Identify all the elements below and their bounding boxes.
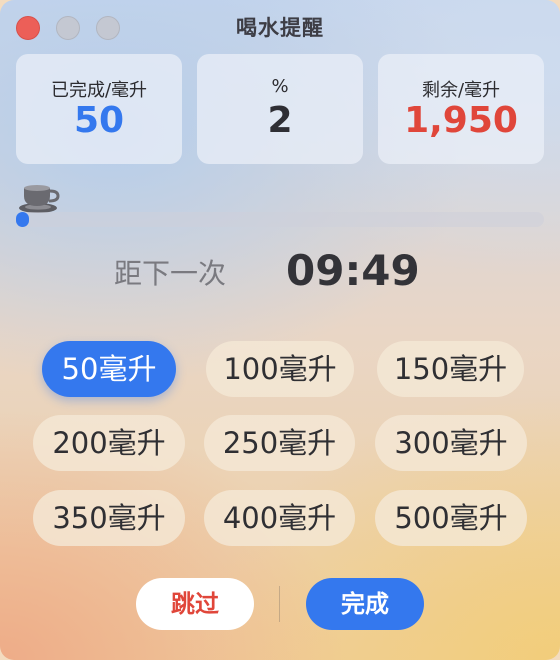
window-title: 喝水提醒 (236, 16, 324, 40)
coffee-cup-icon (19, 185, 60, 213)
completed-label: 已完成/毫升 (50, 80, 148, 101)
amount-button-350[interactable]: 350毫升 (33, 490, 185, 546)
next-reminder-label: 距下一次 (114, 257, 227, 290)
drink-reminder-window: 喝水提醒 已完成/毫升 50 % 2 剩余/毫升 1,950 距下一次 09:4… (0, 0, 560, 660)
done-button[interactable]: 完成 (306, 578, 424, 630)
percent-value: 2 (267, 100, 293, 141)
remaining-label: 剩余/毫升 (421, 80, 501, 101)
amount-button-200[interactable]: 200毫升 (33, 415, 185, 471)
percent-card: % 2 (197, 54, 363, 164)
completed-value: 50 (73, 100, 125, 141)
amount-button-500[interactable]: 500毫升 (375, 490, 527, 546)
remaining-card: 剩余/毫升 1,950 (378, 54, 544, 164)
amount-button-250[interactable]: 250毫升 (204, 415, 355, 471)
button-divider (279, 586, 280, 622)
amount-button-100[interactable]: 100毫升 (206, 341, 354, 397)
title-bar: 喝水提醒 (0, 0, 560, 54)
skip-button[interactable]: 跳过 (136, 578, 254, 630)
remaining-value: 1,950 (404, 100, 518, 141)
progress-fill (16, 212, 30, 227)
amount-button-50[interactable]: 50毫升 (42, 341, 176, 397)
progress-bar (16, 212, 544, 227)
percent-label: % (271, 76, 289, 97)
amount-button-300[interactable]: 300毫升 (375, 415, 527, 471)
countdown-timer: 09:49 (286, 246, 420, 295)
amount-button-150[interactable]: 150毫升 (377, 341, 524, 397)
amount-button-400[interactable]: 400毫升 (204, 490, 355, 546)
completed-card: 已完成/毫升 50 (16, 54, 182, 164)
